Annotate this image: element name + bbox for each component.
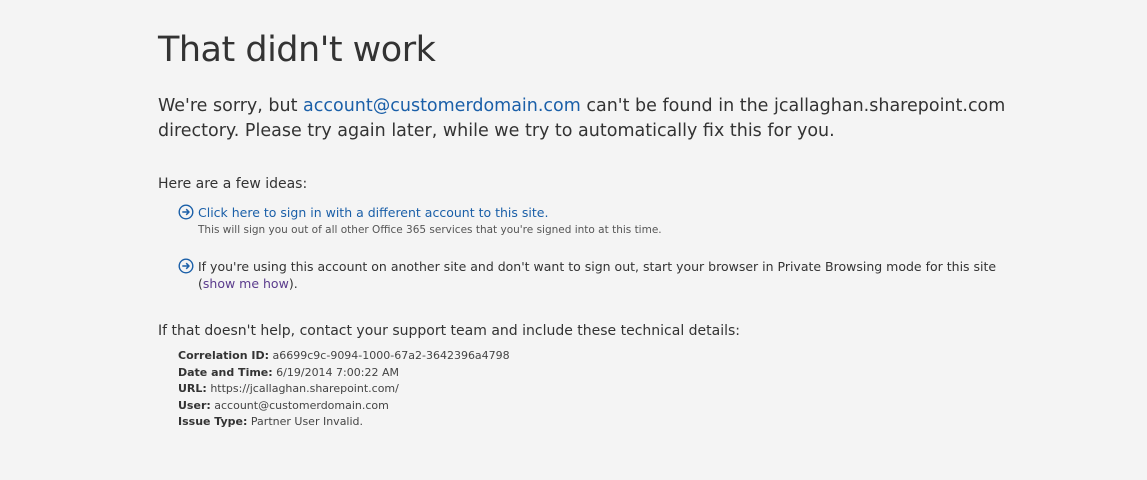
arrow-circle-right-icon bbox=[178, 204, 194, 220]
error-message: We're sorry, but account@customerdomain.… bbox=[158, 94, 1058, 144]
message-prefix: We're sorry, but bbox=[158, 96, 304, 116]
detail-correlation-id: Correlation ID: a6699c9c-9094-1000-67a2-… bbox=[178, 348, 510, 365]
sign-in-different-account-link[interactable]: Click here to sign in with a different a… bbox=[198, 205, 548, 220]
detail-value: a6699c9c-9094-1000-67a2-3642396a4798 bbox=[272, 349, 510, 362]
account-link[interactable]: account@customerdomain.com bbox=[303, 96, 581, 116]
private-browsing-text-end: ). bbox=[288, 276, 298, 291]
ideas-heading: Here are a few ideas: bbox=[158, 176, 308, 192]
help-heading: If that doesn't help, contact your suppo… bbox=[158, 323, 741, 339]
idea-item-private-browsing: If you're using this account on another … bbox=[178, 258, 998, 292]
technical-details: Correlation ID: a6699c9c-9094-1000-67a2-… bbox=[178, 348, 510, 431]
detail-date-time: Date and Time: 6/19/2014 7:00:22 AM bbox=[178, 365, 510, 382]
detail-label: Date and Time: bbox=[178, 365, 273, 379]
detail-issue-type: Issue Type: Partner User Invalid. bbox=[178, 414, 510, 431]
arrow-circle-right-icon bbox=[178, 258, 194, 274]
detail-url: URL: https://jcallaghan.sharepoint.com/ bbox=[178, 381, 510, 398]
detail-label: Issue Type: bbox=[178, 415, 248, 428]
private-browsing-text: If you're using this account on another … bbox=[198, 259, 997, 291]
detail-value: account@customerdomain.com bbox=[214, 398, 389, 412]
detail-label: URL: bbox=[178, 382, 207, 395]
idea-item-sign-in-different: Click here to sign in with a different a… bbox=[178, 204, 998, 236]
show-me-how-link[interactable]: show me how bbox=[203, 276, 289, 291]
page-title: That didn't work bbox=[158, 30, 436, 70]
detail-label: Correlation ID: bbox=[178, 349, 270, 362]
idea-subtext: This will sign you out of all other Offi… bbox=[198, 224, 662, 236]
detail-value: Partner User Invalid. bbox=[250, 415, 364, 428]
detail-value: https://jcallaghan.sharepoint.com/ bbox=[210, 382, 399, 395]
detail-user: User: account@customerdomain.com bbox=[178, 398, 510, 415]
detail-label: User: bbox=[178, 398, 211, 412]
detail-value: 6/19/2014 7:00:22 AM bbox=[276, 365, 399, 379]
